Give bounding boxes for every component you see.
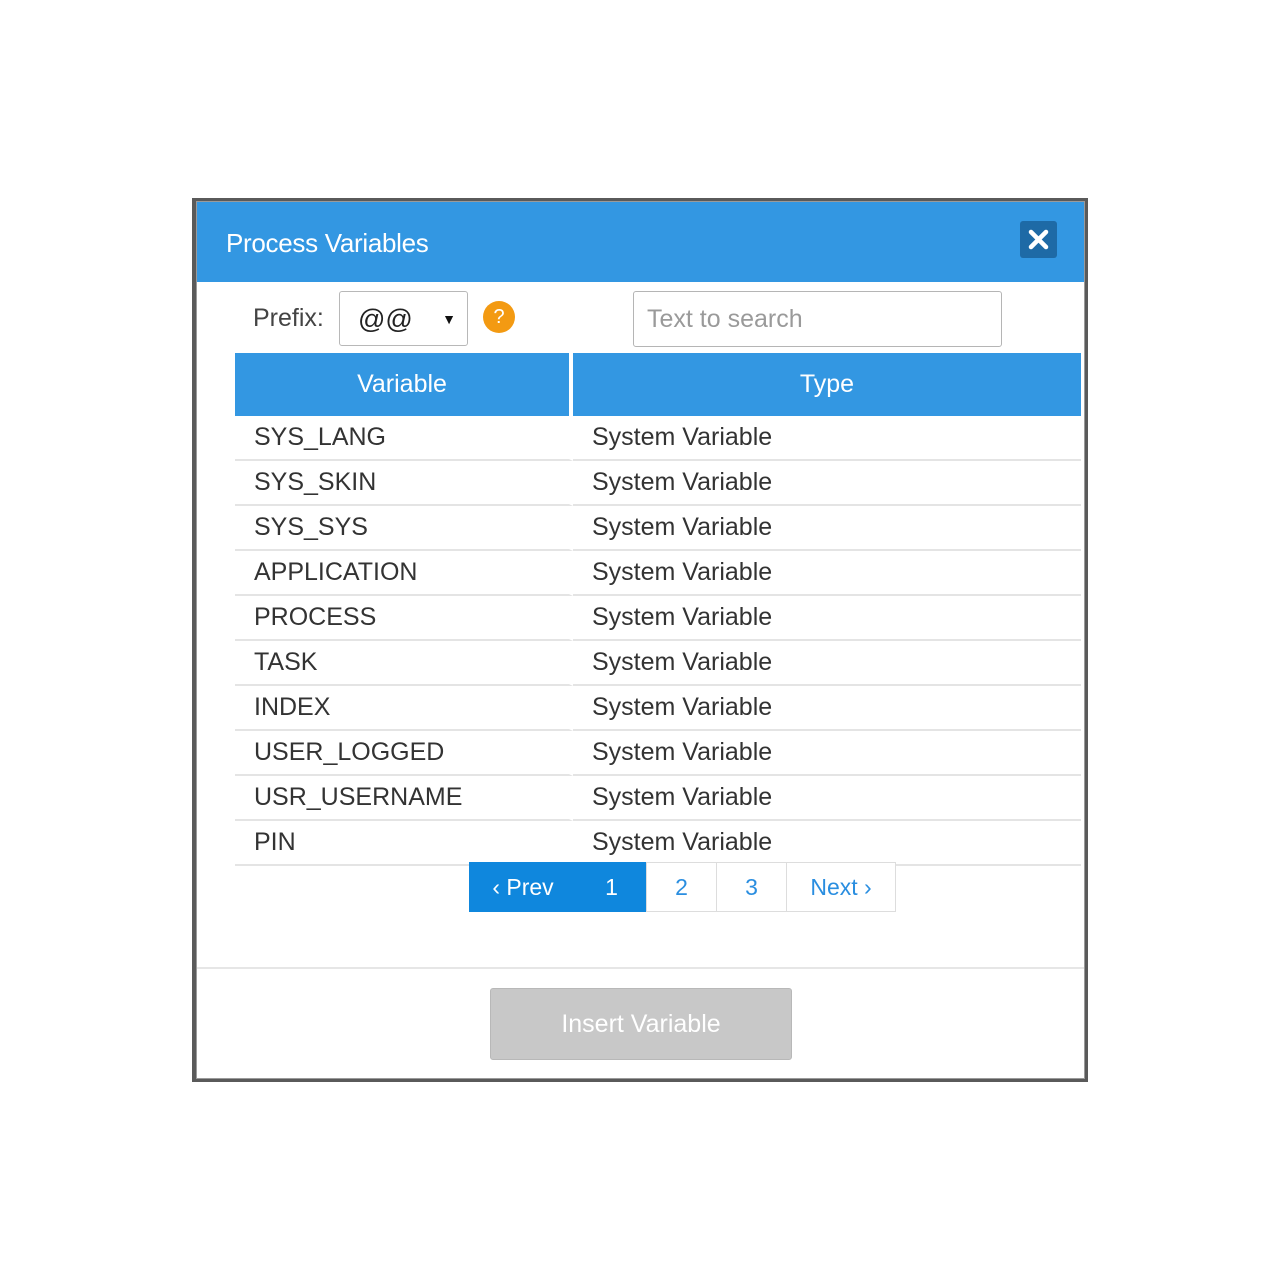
table-row[interactable]: INDEX System Variable [235, 686, 1081, 731]
caret-down-icon: ▼ [442, 311, 456, 327]
help-icon[interactable]: ? [483, 301, 515, 333]
search-input[interactable] [633, 291, 1002, 347]
page-button-1[interactable]: 1 [576, 862, 647, 912]
prefix-select[interactable]: @@ ▼ [339, 291, 468, 346]
type-cell[interactable]: System Variable [573, 731, 1081, 776]
variables-table: Variable Type SYS_LANG System Variable S… [235, 353, 1081, 866]
type-cell[interactable]: System Variable [573, 776, 1081, 821]
table-row[interactable]: USR_USERNAME System Variable [235, 776, 1081, 821]
variable-cell[interactable]: PROCESS [235, 596, 573, 641]
page-button-2[interactable]: 2 [646, 862, 717, 912]
variable-cell[interactable]: APPLICATION [235, 551, 573, 596]
type-cell[interactable]: System Variable [573, 416, 1081, 461]
table-row[interactable]: TASK System Variable [235, 641, 1081, 686]
table-row[interactable]: PIN System Variable [235, 821, 1081, 866]
type-cell[interactable]: System Variable [573, 551, 1081, 596]
close-icon [1028, 229, 1049, 250]
variable-cell[interactable]: TASK [235, 641, 573, 686]
insert-variable-button[interactable]: Insert Variable [490, 988, 792, 1060]
column-header-type[interactable]: Type [573, 353, 1081, 416]
variable-cell[interactable]: USR_USERNAME [235, 776, 573, 821]
next-page-button[interactable]: Next › [786, 862, 896, 912]
type-cell[interactable]: System Variable [573, 686, 1081, 731]
close-button[interactable] [1020, 221, 1057, 258]
table-row[interactable]: SYS_SYS System Variable [235, 506, 1081, 551]
type-cell[interactable]: System Variable [573, 821, 1081, 866]
dialog-title: Process Variables [226, 228, 429, 258]
prefix-selected-value: @@ [358, 304, 413, 334]
type-cell[interactable]: System Variable [573, 641, 1081, 686]
dialog-header: Process Variables [197, 202, 1084, 282]
process-variables-dialog: Process Variables Prefix: @@ ▼ ? Variabl… [196, 201, 1085, 1079]
prev-page-button[interactable]: ‹ Prev [469, 862, 577, 912]
table-row[interactable]: APPLICATION System Variable [235, 551, 1081, 596]
column-header-variable[interactable]: Variable [235, 353, 573, 416]
variable-cell[interactable]: SYS_SYS [235, 506, 573, 551]
type-cell[interactable]: System Variable [573, 461, 1081, 506]
footer-divider [197, 967, 1084, 969]
table-row[interactable]: PROCESS System Variable [235, 596, 1081, 641]
variable-cell[interactable]: SYS_LANG [235, 416, 573, 461]
page-button-3[interactable]: 3 [716, 862, 787, 912]
pagination: ‹ Prev 1 2 3 Next › [469, 862, 896, 912]
variable-cell[interactable]: INDEX [235, 686, 573, 731]
table-row[interactable]: SYS_SKIN System Variable [235, 461, 1081, 506]
variable-cell[interactable]: USER_LOGGED [235, 731, 573, 776]
table-row[interactable]: SYS_LANG System Variable [235, 416, 1081, 461]
variable-cell[interactable]: SYS_SKIN [235, 461, 573, 506]
type-cell[interactable]: System Variable [573, 596, 1081, 641]
variable-cell[interactable]: PIN [235, 821, 573, 866]
table-row[interactable]: USER_LOGGED System Variable [235, 731, 1081, 776]
prefix-label: Prefix: [253, 304, 324, 332]
type-cell[interactable]: System Variable [573, 506, 1081, 551]
table-header-row: Variable Type [235, 353, 1081, 416]
